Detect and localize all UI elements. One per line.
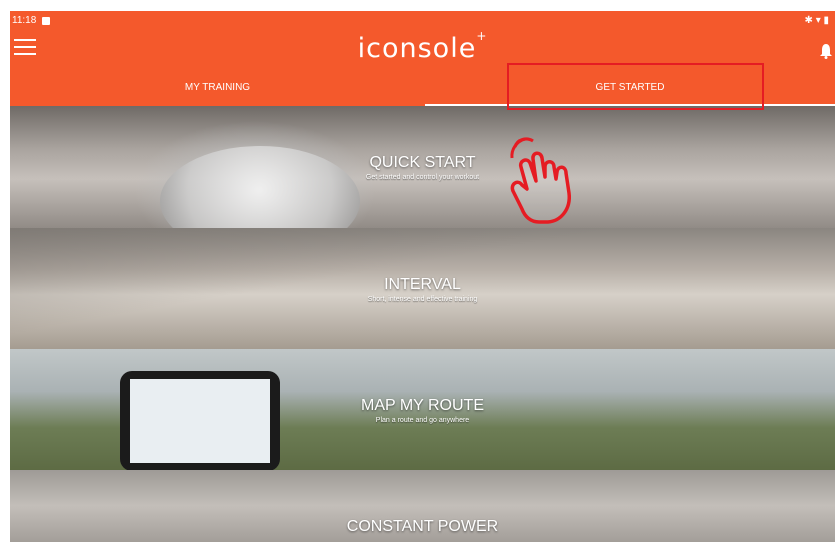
workout-title: INTERVAL (384, 276, 461, 293)
workout-card-quick-start[interactable]: QUICK START Get started and control your… (10, 106, 835, 228)
status-time: 11:18 (12, 15, 37, 26)
workout-card-map-my-route[interactable]: MAP MY ROUTE Plan a route and go anywher… (10, 349, 835, 470)
tab-highlight-box (507, 63, 764, 110)
status-icons: ✱ ▾ ▮ (804, 15, 829, 26)
app-screen: 11:18 ✱ ▾ ▮ iconsole+ MY TRAINING GET ST… (10, 11, 835, 542)
workout-title: QUICK START (369, 154, 476, 171)
logo-text: iconsole (357, 33, 477, 64)
app-logo: iconsole+ (10, 29, 835, 64)
workout-subtitle: Short, intense and effective training (367, 296, 478, 303)
workout-subtitle: Get started and control your workout (365, 174, 480, 181)
bell-icon[interactable] (819, 43, 833, 59)
workout-title: MAP MY ROUTE (361, 397, 484, 414)
workout-card-interval[interactable]: INTERVAL Short, intense and effective tr… (10, 228, 835, 349)
workout-title: CONSTANT POWER (346, 518, 499, 535)
tap-hand-icon (510, 137, 571, 224)
notification-icon (42, 17, 50, 25)
workout-card-constant-power[interactable]: CONSTANT POWER (10, 470, 835, 542)
workout-subtitle: Plan a route and go anywhere (375, 417, 470, 424)
logo-plus: + (476, 29, 488, 43)
status-bar: 11:18 ✱ ▾ ▮ (10, 11, 835, 31)
tab-my-training[interactable]: MY TRAINING (10, 81, 425, 106)
